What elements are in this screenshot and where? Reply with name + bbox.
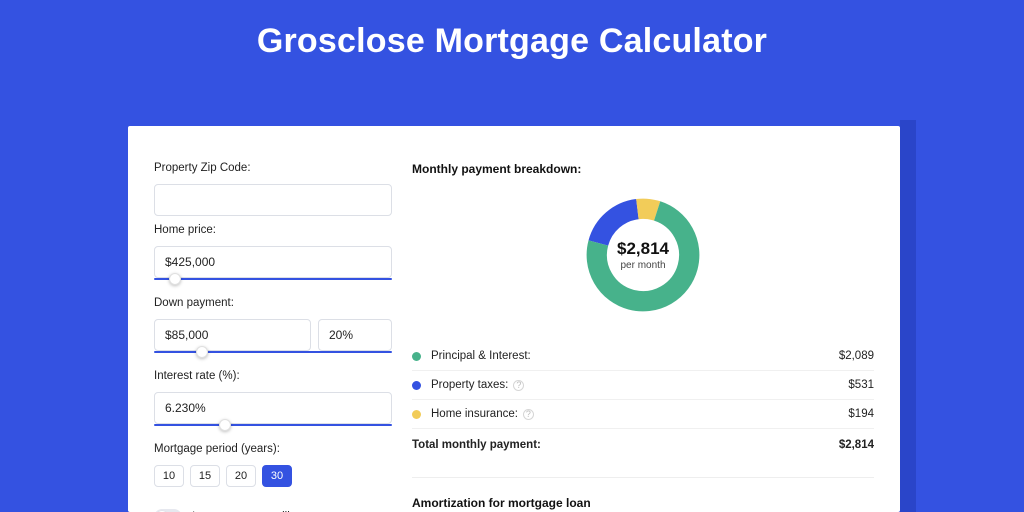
page-title: Grosclose Mortgage Calculator — [0, 0, 1024, 79]
legend-label: Home insurance:? — [431, 408, 848, 420]
period-option-20[interactable]: 20 — [226, 465, 256, 487]
period-option-10[interactable]: 10 — [154, 465, 184, 487]
info-icon[interactable]: ? — [513, 380, 524, 391]
legend-label: Property taxes:? — [431, 379, 848, 391]
interest-rate-input[interactable] — [154, 392, 392, 424]
home-price-slider[interactable] — [154, 277, 392, 289]
calculator-card: Property Zip Code: Home price: Down paym… — [128, 126, 900, 512]
home-price-label: Home price: — [154, 224, 392, 236]
legend-total-label: Total monthly payment: — [412, 439, 839, 451]
decorative-shadow — [900, 120, 916, 512]
down-payment-slider[interactable] — [154, 350, 392, 362]
legend-row-total: Total monthly payment:$2,814 — [412, 429, 874, 459]
legend-dot-icon — [412, 352, 421, 361]
down-payment-percent-input[interactable] — [318, 319, 392, 351]
legend-row-taxes: Property taxes:?$531 — [412, 371, 874, 400]
legend-row-insurance: Home insurance:?$194 — [412, 400, 874, 429]
legend-total-value: $2,814 — [839, 439, 874, 451]
legend-dot-icon — [412, 381, 421, 390]
period-options: 10 15 20 30 — [154, 465, 392, 487]
legend-dot-icon — [412, 410, 421, 419]
breakdown-heading: Monthly payment breakdown: — [412, 162, 874, 176]
amortization-heading: Amortization for mortgage loan — [412, 477, 874, 510]
down-payment-label: Down payment: — [154, 297, 392, 309]
legend-row-principal: Principal & Interest:$2,089 — [412, 342, 874, 371]
inputs-column: Property Zip Code: Home price: Down paym… — [154, 150, 392, 512]
donut-chart-wrap: $2,814 per month — [412, 190, 874, 334]
home-price-input[interactable] — [154, 246, 392, 278]
interest-rate-slider[interactable] — [154, 423, 392, 435]
down-payment-amount-input[interactable] — [154, 319, 311, 351]
legend-value: $194 — [848, 408, 874, 420]
zip-input[interactable] — [154, 184, 392, 216]
donut-chart: $2,814 per month — [582, 194, 704, 316]
donut-amount: $2,814 — [617, 239, 669, 259]
donut-sublabel: per month — [620, 260, 665, 271]
interest-rate-label: Interest rate (%): — [154, 370, 392, 382]
legend-value: $2,089 — [839, 350, 874, 362]
period-label: Mortgage period (years): — [154, 443, 392, 455]
breakdown-column: Monthly payment breakdown: $2,814 per mo… — [412, 150, 874, 512]
legend-value: $531 — [848, 379, 874, 391]
info-icon[interactable]: ? — [523, 409, 534, 420]
period-option-30[interactable]: 30 — [262, 465, 292, 487]
period-option-15[interactable]: 15 — [190, 465, 220, 487]
zip-label: Property Zip Code: — [154, 162, 392, 174]
legend-label: Principal & Interest: — [431, 350, 839, 362]
legend: Principal & Interest:$2,089Property taxe… — [412, 342, 874, 459]
